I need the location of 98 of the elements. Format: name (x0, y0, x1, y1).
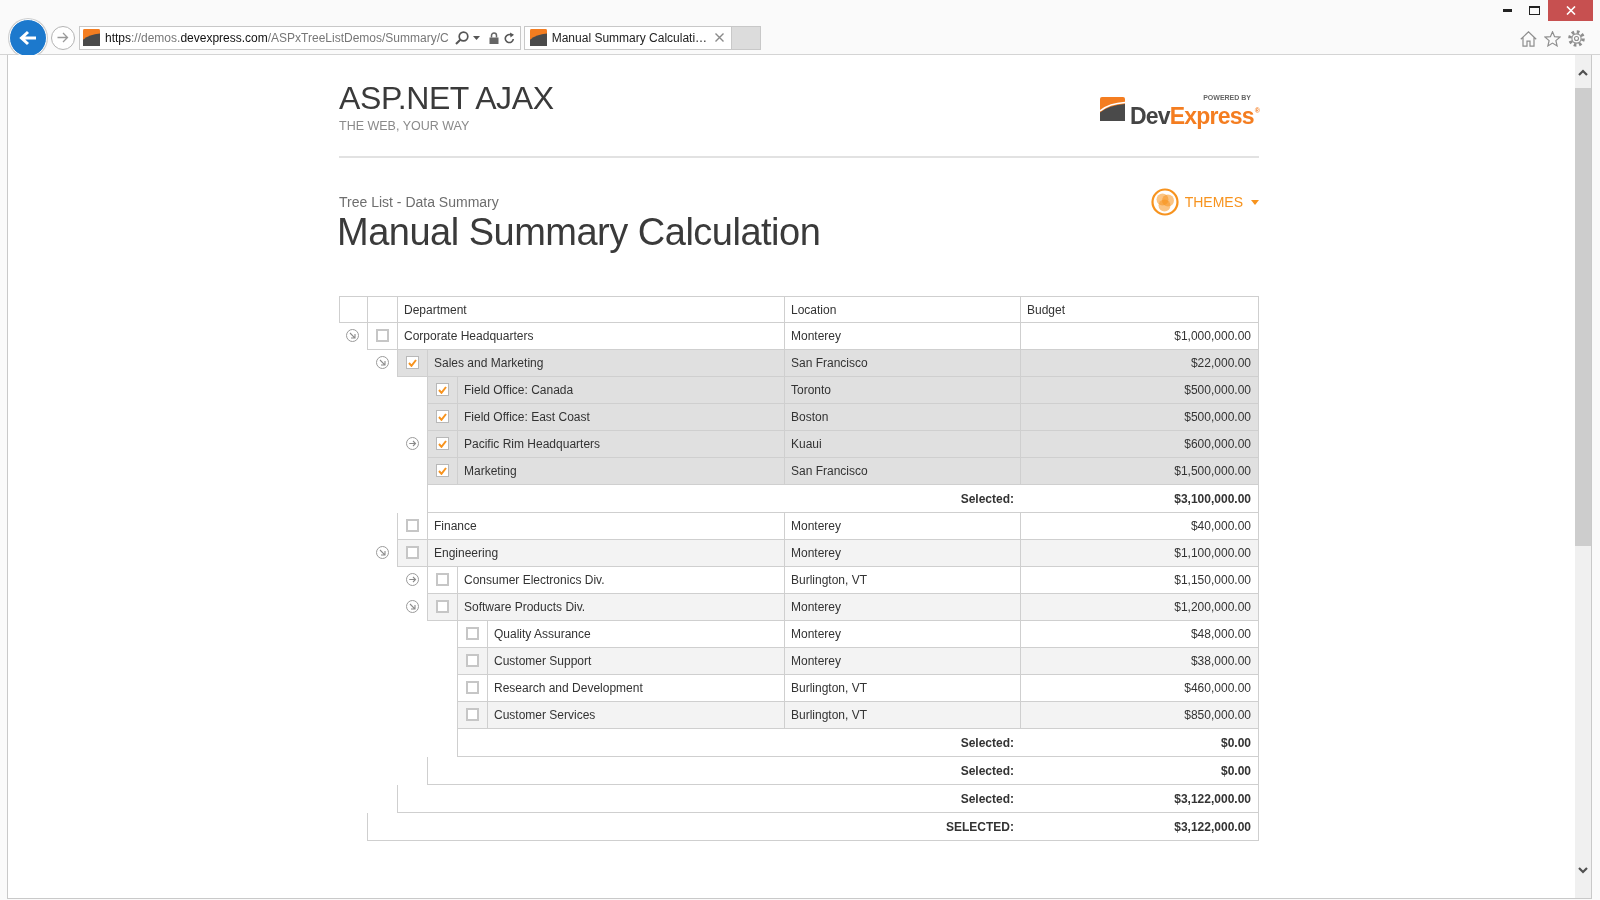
chevron-up-icon[interactable] (1578, 69, 1588, 76)
checkbox[interactable] (466, 708, 479, 721)
lock-icon[interactable] (488, 31, 499, 44)
logo-icon (1099, 97, 1125, 121)
checkbox[interactable] (466, 654, 479, 667)
department-cell: Software Products Div. (457, 594, 784, 621)
left-arrow-icon (19, 29, 37, 46)
checkmark-icon (438, 439, 447, 448)
favicon-icon (83, 29, 100, 46)
dropdown-caret-icon[interactable] (472, 35, 480, 40)
browser-tab[interactable]: Manual Summary Calculati… (523, 25, 733, 50)
circled-right-arrow-icon[interactable] (406, 436, 419, 450)
overlapping-circles-icon (1150, 188, 1179, 216)
location-cell: Monterey (784, 594, 1020, 621)
settings-icon[interactable] (1568, 30, 1585, 47)
checkbox[interactable] (466, 627, 479, 640)
location-cell: Monterey (784, 648, 1020, 675)
new-tab-button[interactable] (732, 25, 762, 50)
checkmark-icon (408, 358, 417, 367)
forward-button[interactable] (51, 25, 75, 50)
checkbox[interactable] (436, 383, 449, 396)
checkbox[interactable] (436, 600, 449, 613)
location-cell: Kuaui (784, 431, 1020, 458)
checkbox[interactable] (436, 464, 449, 477)
summary-value: $3,122,000.00 (1174, 819, 1251, 834)
circled-diagonal-arrow-icon[interactable] (406, 599, 419, 613)
caret-icon (1251, 199, 1259, 205)
location-cell: Monterey (784, 540, 1020, 567)
chevron-down-icon[interactable] (1578, 867, 1588, 874)
circled-diagonal-arrow-icon[interactable] (376, 545, 389, 559)
summary-value: $0.00 (1220, 735, 1251, 750)
department-cell: Customer Services (487, 702, 784, 729)
budget-cell: $500,000.00 (1020, 404, 1259, 431)
checkmark-icon (438, 385, 447, 394)
summary-value: $0.00 (1220, 763, 1251, 778)
summary-label: SELECTED: (946, 819, 1014, 834)
department-cell: Field Office: East Coast (457, 404, 784, 431)
product-title: ASP.NET AJAX (339, 82, 554, 114)
budget-cell: $600,000.00 (1020, 431, 1259, 458)
checkmark-icon (438, 466, 447, 475)
close-icon (1565, 6, 1576, 15)
summary-value: $3,100,000.00 (1174, 491, 1251, 506)
checkbox[interactable] (406, 546, 419, 559)
favicon-icon (529, 29, 547, 46)
budget-cell: $500,000.00 (1020, 377, 1259, 404)
column-header[interactable]: Budget (1020, 296, 1259, 323)
department-cell: Pacific Rim Headquarters (457, 431, 784, 458)
column-header[interactable]: Department (397, 296, 784, 323)
location-cell: Burlington, VT (784, 702, 1020, 729)
page-title: Manual Summary Calculation (337, 213, 821, 251)
close-icon[interactable] (715, 33, 725, 42)
department-cell: Customer Support (487, 648, 784, 675)
home-icon[interactable] (1520, 30, 1537, 47)
checkbox[interactable] (406, 519, 419, 532)
location-cell: Boston (784, 404, 1020, 431)
budget-cell: $1,500,000.00 (1020, 458, 1259, 485)
summary-label: Selected: (960, 791, 1014, 806)
summary-label: Selected: (960, 491, 1014, 506)
checkbox[interactable] (436, 410, 449, 423)
search-icon[interactable] (454, 30, 469, 45)
summary-label: Selected: (960, 763, 1014, 778)
department-cell: Marketing (457, 458, 784, 485)
close-window-button[interactable] (1548, 0, 1593, 21)
summary-value: $3,122,000.00 (1174, 791, 1251, 806)
budget-cell: $1,200,000.00 (1020, 594, 1259, 621)
maximize-icon (1529, 6, 1540, 15)
department-cell: Sales and Marketing (427, 350, 784, 377)
checkbox[interactable] (406, 356, 419, 369)
product-slogan: THE WEB, YOUR WAY (339, 119, 471, 133)
location-cell: San Francisco (784, 350, 1020, 377)
department-cell: Field Office: Canada (457, 377, 784, 404)
summary-label: Selected: (960, 735, 1014, 750)
checkbox[interactable] (376, 329, 389, 342)
breadcrumb: Tree List - Data Summary (339, 194, 500, 210)
checkmark-icon (438, 412, 447, 421)
department-cell: Engineering (427, 540, 784, 567)
column-header[interactable]: Location (784, 296, 1020, 323)
circled-diagonal-arrow-icon[interactable] (346, 328, 359, 342)
budget-cell: $38,000.00 (1020, 648, 1259, 675)
star-icon[interactable] (1544, 30, 1561, 47)
checkbox[interactable] (466, 681, 479, 694)
budget-cell: $1,100,000.00 (1020, 540, 1259, 567)
empty-header-cell (339, 296, 367, 323)
back-button[interactable] (9, 18, 47, 57)
budget-cell: $850,000.00 (1020, 702, 1259, 729)
address-field[interactable]: https://demos.devexpress.com/ASPxTreeListDemos/Summary/C (79, 25, 521, 50)
checkbox[interactable] (436, 573, 449, 586)
circled-diagonal-arrow-icon[interactable] (376, 355, 389, 369)
budget-cell: $22,000.00 (1020, 350, 1259, 377)
scrollbar-thumb[interactable] (1575, 88, 1591, 546)
location-cell: Toronto (784, 377, 1020, 404)
location-cell: San Francisco (784, 458, 1020, 485)
right-arrow-icon (57, 32, 69, 43)
checkbox[interactable] (436, 437, 449, 450)
minimize-icon (1503, 9, 1512, 12)
refresh-icon[interactable] (503, 31, 515, 44)
scrollbar[interactable] (1575, 55, 1591, 898)
circled-right-arrow-icon[interactable] (406, 572, 419, 586)
